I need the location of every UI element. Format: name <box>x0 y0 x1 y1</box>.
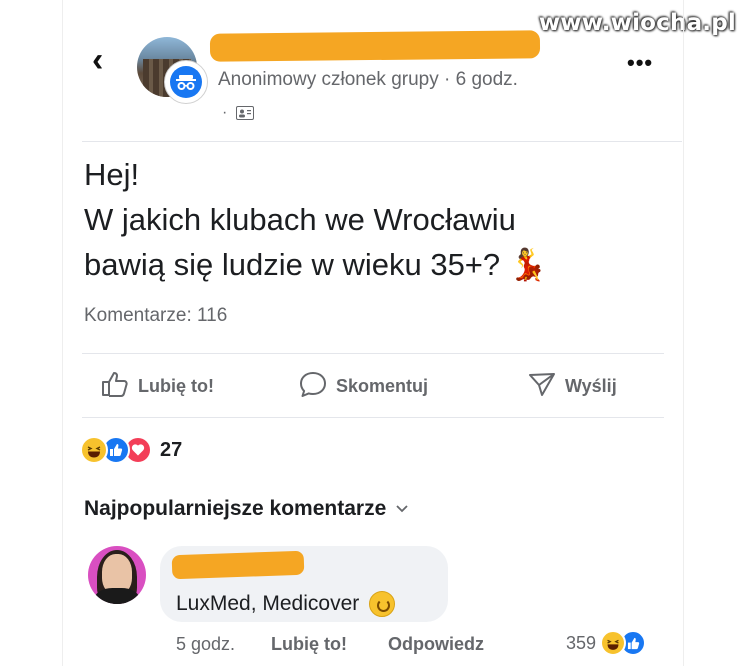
comment-reactions[interactable]: 359 <box>566 630 647 656</box>
back-arrow-icon[interactable]: ‹ <box>92 40 103 80</box>
watermark: www.wiocha.pl <box>538 10 736 36</box>
members-icon <box>236 106 254 120</box>
send-label: Wyślij <box>565 375 617 396</box>
post-text-line: Hej! <box>84 157 140 192</box>
divider <box>82 141 682 142</box>
reactions-summary[interactable]: 27 <box>80 436 182 464</box>
audience-separator: · <box>222 104 228 121</box>
send-button[interactable]: Wyślij <box>527 370 617 402</box>
comment-reaction-count: 359 <box>566 632 597 653</box>
like-label: Lubię to! <box>138 375 214 396</box>
comment-button[interactable]: Skomentuj <box>298 370 428 402</box>
comment-text: LuxMed, Medicover <box>176 592 360 615</box>
comment-like-button[interactable]: Lubię to! <box>271 634 347 655</box>
screenshot-frame-right <box>683 0 684 666</box>
comment-label: Skomentuj <box>336 375 429 396</box>
redacted-group-name <box>209 30 541 62</box>
haha-reaction-icon <box>600 630 627 656</box>
comment-bubble-icon <box>298 370 328 403</box>
post-author-line: Anonimowy członek grupy · 6 godz. <box>218 69 518 91</box>
redacted-commenter-name <box>171 550 305 580</box>
upside-down-face-emoji-icon <box>369 591 396 617</box>
post-text-line: W jakich klubach we Wrocławiu <box>84 202 516 237</box>
thumbs-up-icon <box>100 370 130 403</box>
chevron-down-icon <box>396 500 408 516</box>
commenter-avatar[interactable] <box>88 546 146 604</box>
divider <box>82 417 664 418</box>
anonymous-badge-icon <box>164 60 208 104</box>
like-button[interactable]: Lubię to! <box>100 370 214 402</box>
divider <box>82 353 664 354</box>
meta-separator: · <box>444 69 456 90</box>
screenshot-frame-left <box>62 0 63 666</box>
comments-sort-dropdown[interactable]: Najpopularniejsze komentarze <box>84 497 408 521</box>
reactions-count: 27 <box>160 438 183 461</box>
more-options-icon[interactable]: ••• <box>627 50 653 76</box>
comment-text-row: LuxMed, Medicover <box>176 591 396 617</box>
send-arrow-icon <box>527 370 557 403</box>
haha-reaction-icon <box>80 436 108 464</box>
comments-count[interactable]: Komentarze: 116 <box>84 305 227 327</box>
comment-reply-button[interactable]: Odpowiedz <box>388 634 484 655</box>
comments-sort-label: Najpopularniejsze komentarze <box>84 497 387 520</box>
post-text-line: bawią się ludzie w wieku 35+? 💃 <box>84 247 548 282</box>
post-author[interactable]: Anonimowy członek grupy <box>218 69 439 90</box>
post-text: Hej! W jakich klubach we Wrocławiu bawią… <box>84 152 547 287</box>
post-time[interactable]: 6 godz. <box>456 69 518 90</box>
comment-time: 5 godz. <box>176 634 236 654</box>
